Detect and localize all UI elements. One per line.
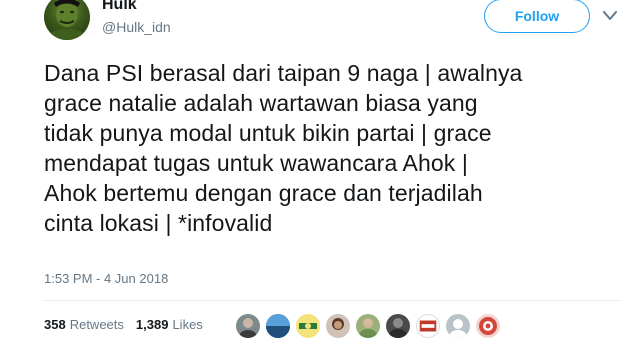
user-handle[interactable]: @Hulk_idn bbox=[102, 18, 171, 36]
retweets-label: Retweets bbox=[69, 317, 124, 332]
likes-stat[interactable]: 1,389 Likes bbox=[136, 316, 203, 334]
tweet-text-line: Dana PSI berasal dari taipan 9 naga | aw… bbox=[44, 60, 523, 86]
liker-avatar[interactable] bbox=[296, 314, 320, 338]
tweet-text-line: grace natalie adalah wartawan biasa yang bbox=[44, 90, 478, 116]
tweet-card: Hulk @Hulk_idn Follow Dana PSI berasal d… bbox=[0, 0, 640, 360]
default-egg-icon bbox=[449, 319, 467, 338]
user-avatar[interactable] bbox=[44, 0, 90, 40]
liker-avatar[interactable] bbox=[266, 314, 290, 338]
divider bbox=[44, 300, 620, 301]
tweet-text-line: tidak punya modal untuk bikin partai | g… bbox=[44, 120, 492, 146]
hulk-avatar-icon bbox=[47, 0, 87, 40]
badge-icon bbox=[419, 320, 437, 332]
tweet-text-line: mendapat tugas untuk wawancara Ahok | bbox=[44, 150, 468, 176]
logo-icon bbox=[479, 317, 497, 335]
liker-avatar[interactable] bbox=[416, 314, 440, 338]
person-icon bbox=[239, 318, 257, 338]
likes-count: 1,389 bbox=[135, 317, 169, 332]
tweet-text-line: cinta lokasi | *infovalid bbox=[44, 210, 273, 236]
logo-icon bbox=[299, 323, 317, 329]
liker-avatar[interactable] bbox=[326, 314, 350, 338]
liker-avatar[interactable] bbox=[356, 314, 380, 338]
likers-avatars bbox=[236, 314, 506, 338]
tweet-timestamp[interactable]: 1:53 PM - 4 Jun 2018 bbox=[44, 270, 168, 288]
tweet-text-line: Ahok bertemu dengan grace dan terjadilah bbox=[44, 180, 483, 206]
liker-avatar[interactable] bbox=[236, 314, 260, 338]
follow-button[interactable]: Follow bbox=[484, 0, 590, 33]
person-icon bbox=[332, 318, 344, 330]
liker-avatar[interactable] bbox=[446, 314, 470, 338]
person-icon bbox=[389, 318, 407, 338]
retweets-stat[interactable]: 358 Retweets bbox=[44, 316, 124, 334]
likes-label: Likes bbox=[172, 317, 203, 332]
landscape-icon bbox=[266, 314, 290, 338]
retweets-count: 358 bbox=[44, 317, 66, 332]
tweet-text: Dana PSI berasal dari taipan 9 naga | aw… bbox=[44, 58, 624, 238]
chevron-down-icon bbox=[603, 11, 617, 20]
display-name[interactable]: Hulk bbox=[102, 0, 137, 15]
tweet-stats: 358 Retweets 1,389 Likes bbox=[44, 316, 215, 334]
liker-avatar[interactable] bbox=[476, 314, 500, 338]
more-options-button[interactable] bbox=[601, 7, 619, 25]
liker-avatar[interactable] bbox=[386, 314, 410, 338]
person-icon bbox=[359, 318, 377, 338]
